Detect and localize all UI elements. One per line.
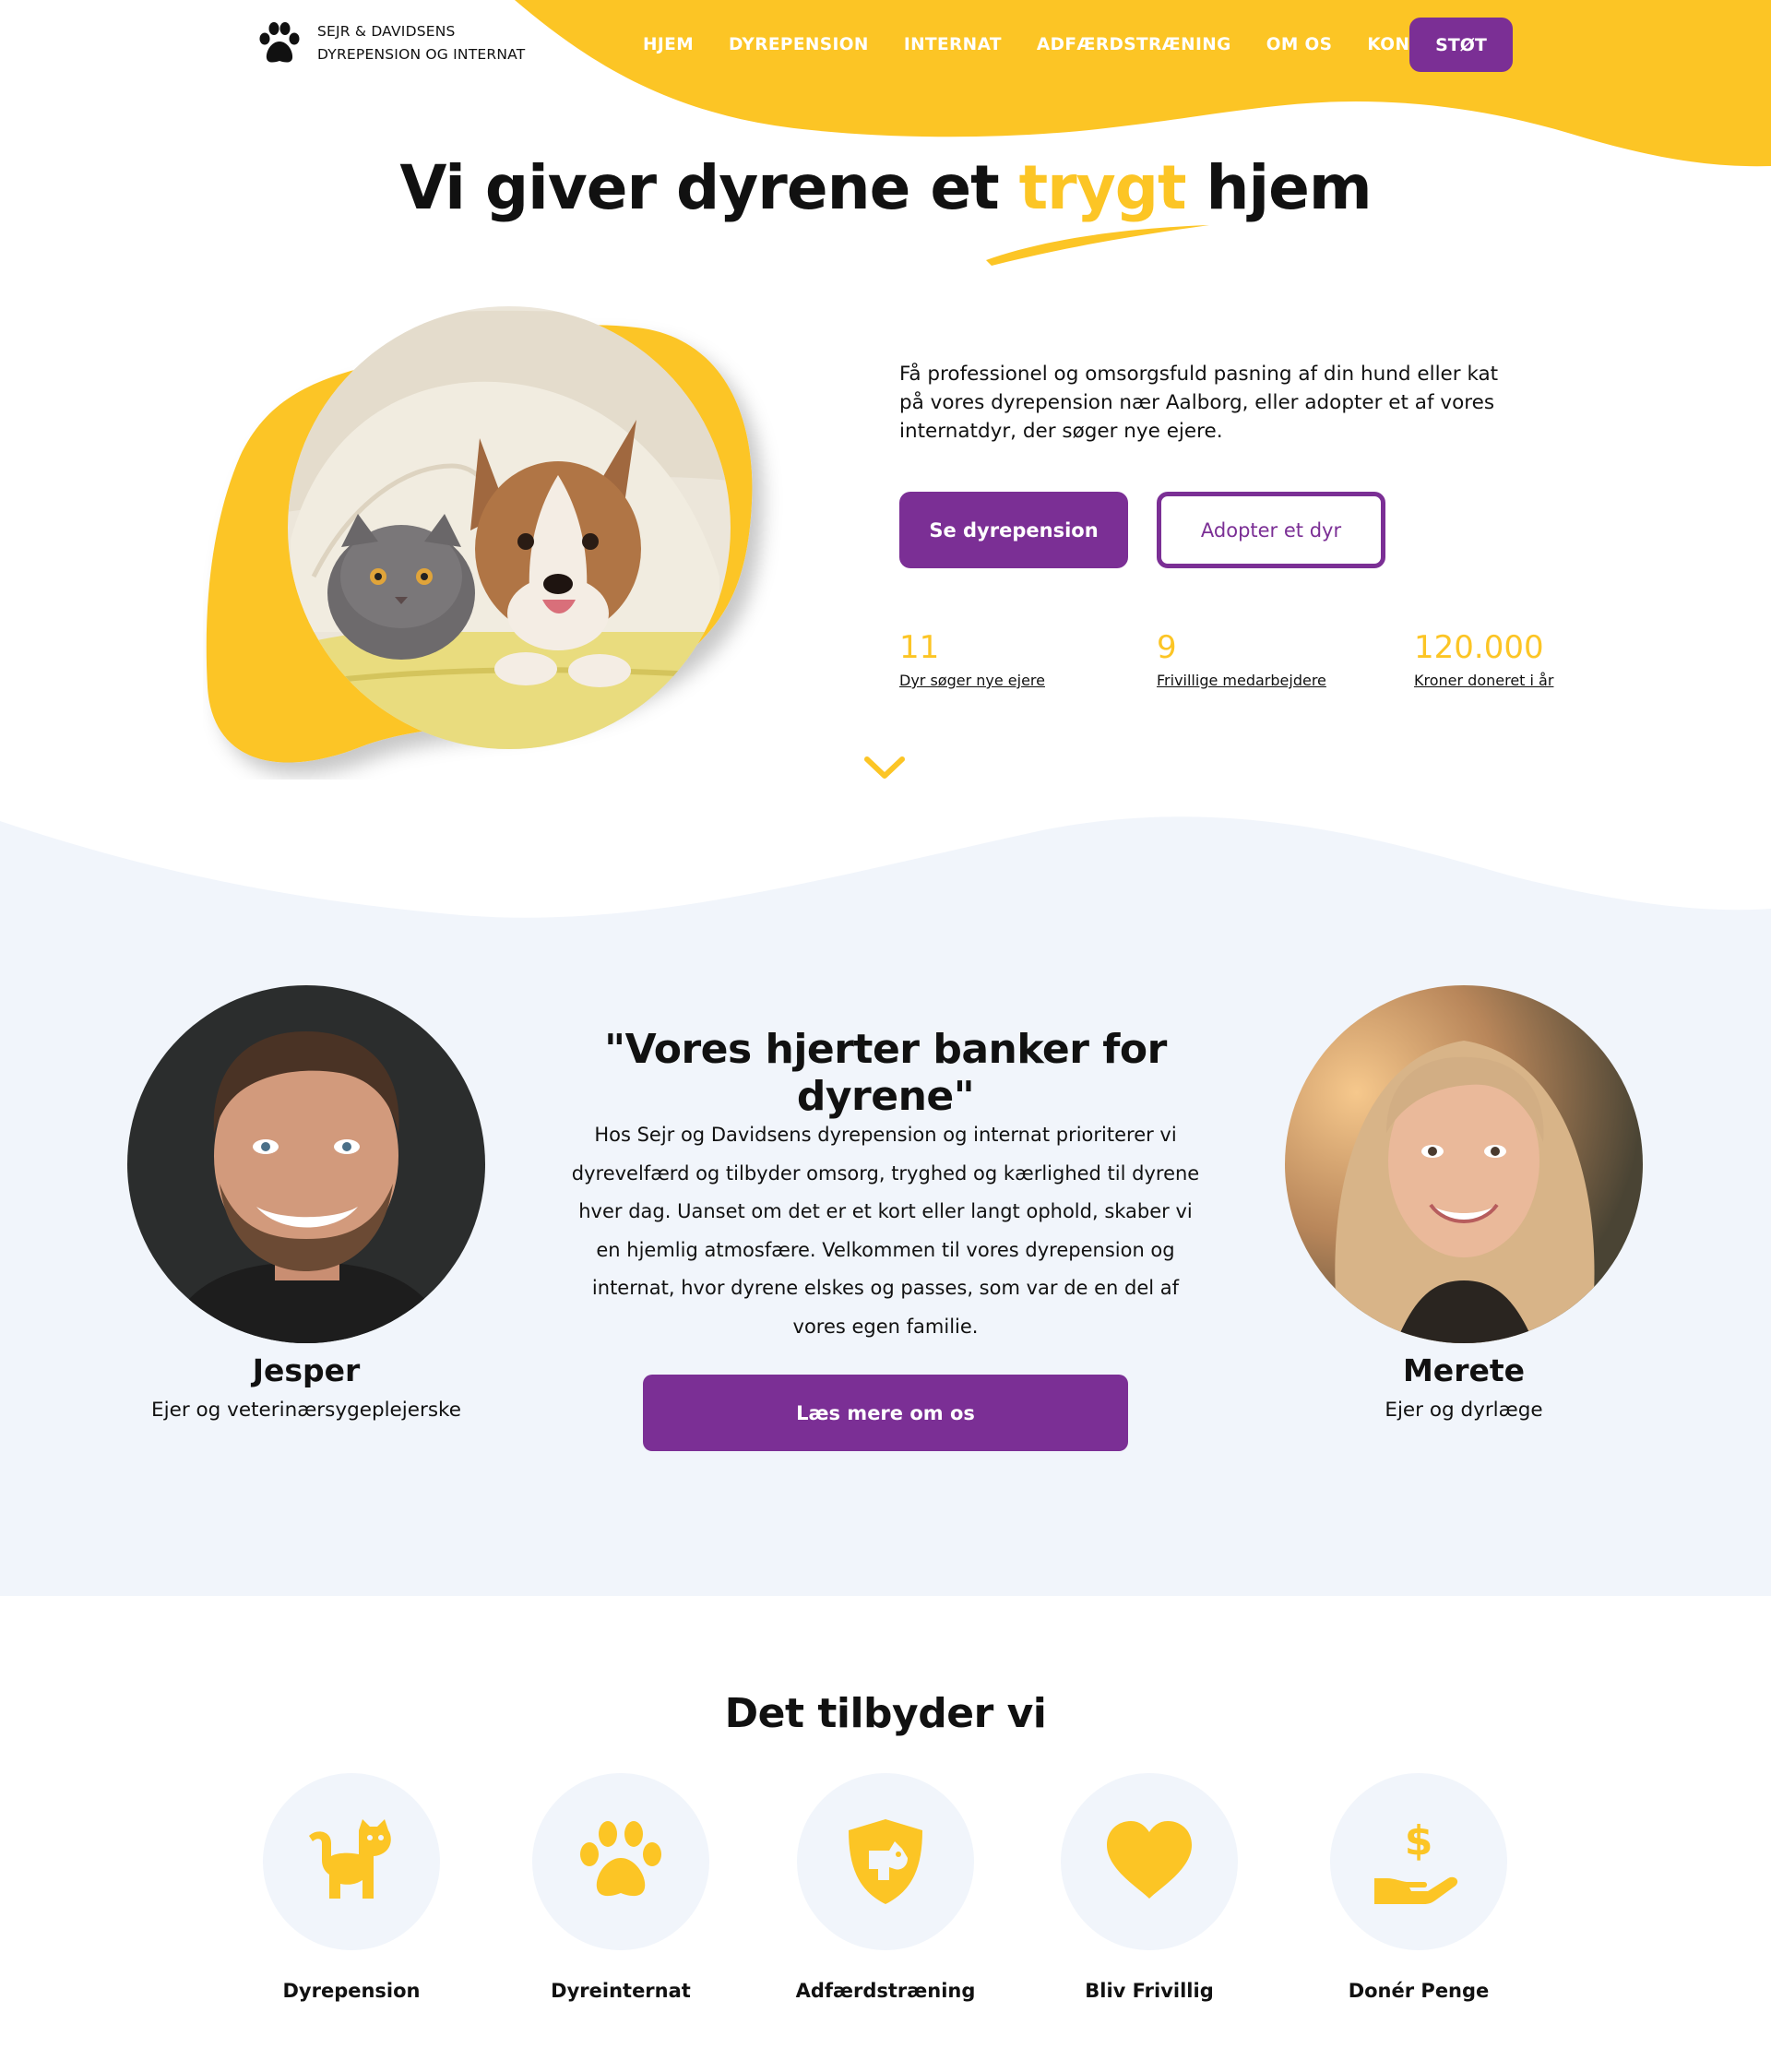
service-label: Adfærdstræning: [795, 1980, 976, 2002]
see-pension-button[interactable]: Se dyrepension: [899, 492, 1128, 568]
hero-title: Vi giver dyrene et trygt hjem: [0, 152, 1771, 223]
support-button[interactable]: STØT: [1409, 18, 1513, 72]
person-role-merete: Ejer og dyrlæge: [1385, 1399, 1543, 1422]
nav-item-adfaerdstraening[interactable]: ADFÆRDSTRÆNING: [1037, 35, 1231, 54]
paw-icon: [259, 22, 300, 63]
service-label: Dyreinternat: [551, 1980, 691, 2002]
hero-title-start: Vi giver dyrene et: [399, 152, 999, 223]
person-name-jesper: Jesper: [252, 1352, 361, 1388]
site-logo[interactable]: SEJR & DAVIDSENS DYREPENSION OG INTERNAT: [256, 20, 525, 66]
nav-item-hjem[interactable]: HJEM: [643, 35, 694, 54]
stat-label[interactable]: Frivillige medarbejdere: [1157, 672, 1326, 689]
heart-icon: [1107, 1821, 1192, 1899]
adopt-animal-button[interactable]: Adopter et dyr: [1157, 492, 1385, 568]
title-underline-swoosh: [986, 225, 1209, 266]
nav-item-om-os[interactable]: OM OS: [1266, 35, 1333, 54]
avatar-jesper: [127, 985, 485, 1343]
svg-text:$: $: [1405, 1817, 1433, 1864]
stat-value: 120.000: [1414, 629, 1544, 666]
hand-dollar-icon: $: [1374, 1817, 1458, 1904]
cat-icon: [309, 1819, 391, 1899]
services-title: Det tilbyder vi: [724, 1690, 1047, 1737]
stat-volunteers: 9 Frivillige medarbejdere: [1157, 627, 1326, 689]
hero-title-accent: trygt: [1018, 152, 1187, 223]
hero-description: Få professionel og omsorgsfuld pasning a…: [899, 363, 1499, 443]
stat-value: 9: [1157, 629, 1177, 666]
paw-icon: [580, 1821, 661, 1897]
read-more-button[interactable]: Læs mere om os: [643, 1375, 1128, 1451]
dog-shield-icon: [849, 1819, 922, 1904]
avatar-merete: [1285, 985, 1643, 1343]
service-label: Dyrepension: [282, 1980, 421, 2002]
stat-donations: 120.000 Kroner doneret i år: [1414, 627, 1553, 689]
about-quote: "Vores hjerter banker for dyrene": [604, 1026, 1167, 1120]
service-dyreinternat[interactable]: Dyreinternat: [501, 1773, 741, 2002]
stat-animals: 11 Dyr søger nye ejere: [899, 627, 1045, 689]
person-name-merete: Merete: [1402, 1352, 1526, 1388]
person-role-jesper: Ejer og veterinærsygeplejerske: [151, 1399, 461, 1422]
stat-label[interactable]: Dyr søger nye ejere: [899, 672, 1045, 689]
stat-value: 11: [899, 629, 940, 666]
service-adfaerdstraening[interactable]: Adfærdstræning: [766, 1773, 1005, 2002]
chevron-down-icon[interactable]: [862, 752, 908, 783]
service-label: Donér Penge: [1348, 1980, 1490, 2002]
nav-item-internat[interactable]: INTERNAT: [904, 35, 1002, 54]
service-bliv-frivillig[interactable]: Bliv Frivillig: [1029, 1773, 1269, 2002]
nav-item-dyrepension[interactable]: DYREPENSION: [729, 35, 869, 54]
service-dyrepension[interactable]: Dyrepension: [232, 1773, 471, 2002]
service-doner-penge[interactable]: $ Donér Penge: [1299, 1773, 1539, 2002]
logo-line2: DYREPENSION OG INTERNAT: [317, 46, 526, 63]
hero-image: [206, 306, 753, 763]
main-nav: HJEM DYREPENSION INTERNAT ADFÆRDSTRÆNING…: [643, 0, 1494, 89]
about-text: Hos Sejr og Davidsens dyrepension og int…: [571, 1124, 1200, 1338]
stat-label[interactable]: Kroner doneret i år: [1414, 672, 1553, 689]
service-label: Bliv Frivillig: [1085, 1980, 1214, 2002]
hero-title-end: hjem: [1206, 152, 1373, 223]
logo-line1: SEJR & DAVIDSENS: [317, 23, 456, 40]
